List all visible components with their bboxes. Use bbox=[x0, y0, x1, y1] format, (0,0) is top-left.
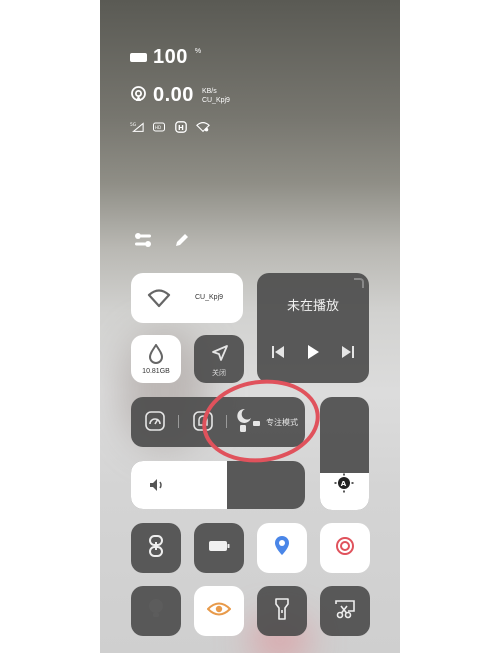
bulb-toggle[interactable] bbox=[131, 586, 181, 636]
eye-comfort-icon bbox=[206, 601, 232, 622]
battery-unit: % bbox=[194, 48, 202, 55]
modes-tile[interactable]: 专注模式 bbox=[131, 397, 305, 447]
link-toggle[interactable] bbox=[131, 523, 181, 573]
battery-icon bbox=[130, 53, 147, 62]
network-speed: 0.00 KB/s CU_Kpj9 bbox=[130, 84, 230, 107]
signal-icons: 5G HD H bbox=[130, 121, 210, 133]
play-icon[interactable] bbox=[306, 345, 320, 364]
dnd-bell-icon[interactable] bbox=[193, 411, 213, 436]
speedometer-icon[interactable] bbox=[145, 411, 165, 436]
storage-label: 10.81GB bbox=[142, 368, 170, 375]
toggles-icon[interactable] bbox=[134, 232, 152, 253]
focus-mode-label: 专注模式 bbox=[266, 418, 298, 427]
brightness-slider[interactable]: A bbox=[320, 397, 369, 510]
svg-text:A: A bbox=[341, 480, 347, 488]
navigation-label: 关闭 bbox=[212, 370, 226, 377]
screenshot-toggle[interactable] bbox=[320, 586, 370, 636]
media-status: 未在播放 bbox=[286, 298, 339, 313]
svg-text:HD: HD bbox=[155, 125, 161, 130]
storage-cleaner-tile[interactable]: 10.81GB bbox=[131, 335, 181, 383]
wifi-name: CU_Kpj9 bbox=[195, 294, 224, 301]
wifi-icon bbox=[147, 288, 171, 313]
speaker-icon bbox=[149, 478, 165, 497]
speed-unit: KB/s bbox=[201, 87, 217, 95]
network-name: CU_Kpj9 bbox=[201, 96, 230, 104]
screen-record-toggle[interactable] bbox=[320, 523, 370, 573]
wifi-tile[interactable]: CU_Kpj9 bbox=[131, 273, 243, 323]
battery-level: 100 bbox=[153, 46, 188, 68]
previous-icon[interactable] bbox=[271, 345, 285, 364]
sun-auto-icon: A bbox=[334, 473, 354, 498]
control-center: 100% 0.00 KB/s CU_Kpj9 5G HD H CU_Kpj9 未… bbox=[100, 0, 400, 653]
link-icon bbox=[148, 534, 164, 562]
screen-record-icon bbox=[335, 536, 355, 561]
location-toggle[interactable] bbox=[257, 523, 307, 573]
edit-icon[interactable] bbox=[174, 232, 190, 253]
eye-comfort-toggle[interactable] bbox=[194, 586, 244, 636]
svg-text:5G: 5G bbox=[130, 122, 137, 128]
volume-level bbox=[131, 461, 227, 509]
hotspot-icon bbox=[130, 85, 147, 107]
battery-status: 100% bbox=[130, 46, 201, 69]
next-icon[interactable] bbox=[341, 345, 355, 364]
5g-signal-icon: 5G bbox=[130, 121, 144, 133]
moon-focus-icon[interactable] bbox=[234, 407, 260, 438]
media-player-tile[interactable]: 未在播放 bbox=[257, 273, 369, 383]
flashlight-icon bbox=[275, 597, 289, 625]
bulb-icon bbox=[148, 598, 164, 625]
navigation-tile[interactable]: 关闭 bbox=[194, 335, 244, 383]
hd-icon: H bbox=[174, 121, 188, 133]
volume-slider[interactable] bbox=[131, 461, 305, 509]
divider bbox=[178, 415, 179, 428]
vowifi-icon bbox=[196, 121, 210, 133]
expand-corner-icon bbox=[354, 278, 364, 288]
divider bbox=[226, 415, 227, 428]
flashlight-toggle[interactable] bbox=[257, 586, 307, 636]
volte-icon: HD bbox=[152, 121, 166, 133]
water-drop-icon bbox=[148, 343, 164, 369]
screenshot-icon bbox=[334, 599, 356, 624]
battery-saver-icon bbox=[208, 539, 230, 557]
battery-saver-toggle[interactable] bbox=[194, 523, 244, 573]
navigation-arrow-icon bbox=[211, 344, 229, 367]
tools-row bbox=[134, 232, 190, 253]
speed-value: 0.00 bbox=[153, 84, 194, 106]
svg-text:H: H bbox=[178, 124, 184, 132]
location-pin-icon bbox=[273, 535, 291, 562]
